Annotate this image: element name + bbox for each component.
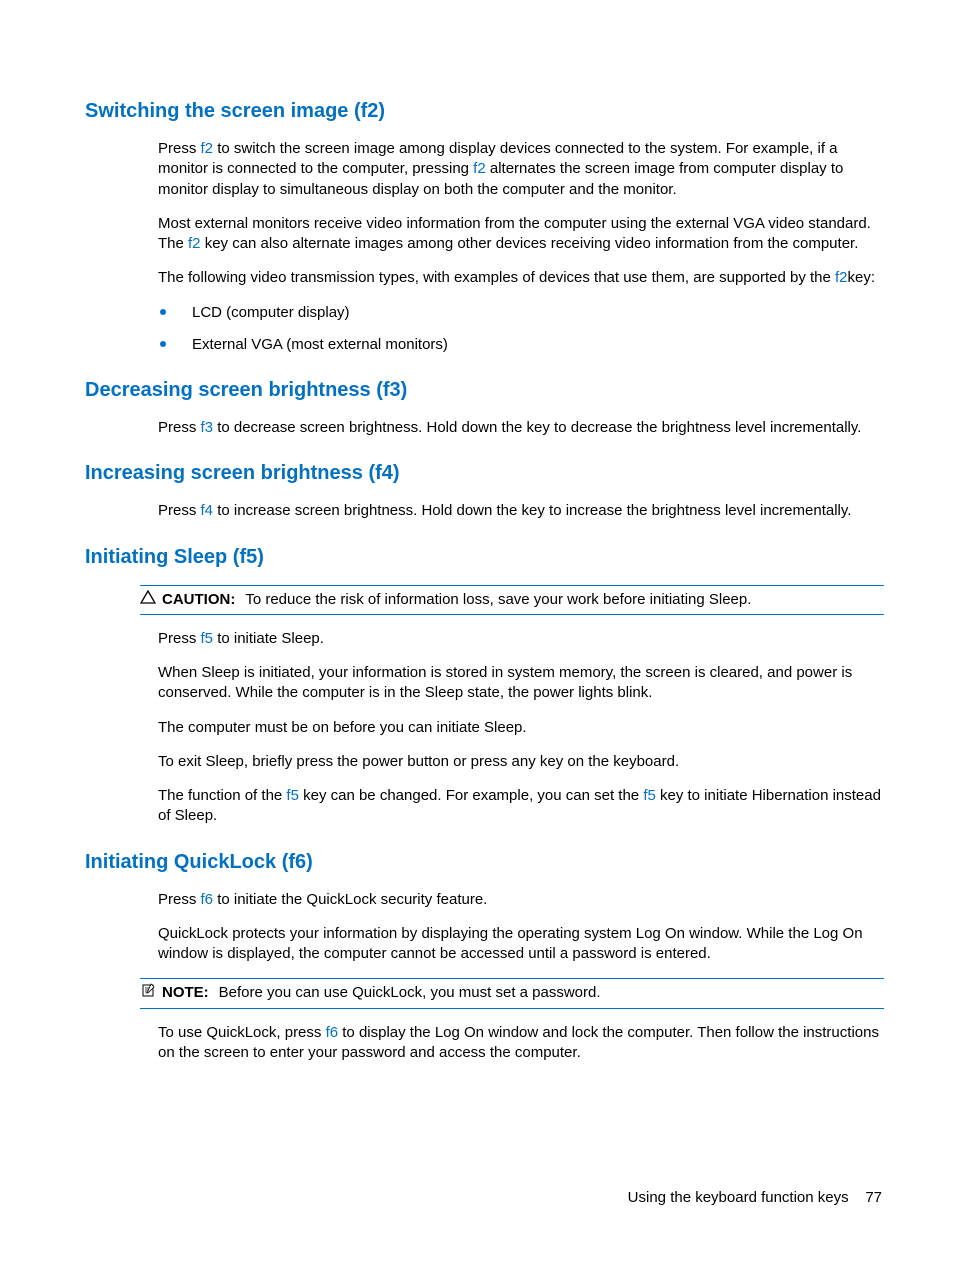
paragraph: To use QuickLock, press f6 to display th…	[158, 1023, 884, 1064]
key-f5: f5	[201, 630, 214, 647]
key-f5: f5	[643, 787, 656, 804]
paragraph: The following video transmission types, …	[158, 268, 884, 288]
document-page: Switching the screen image (f2) Press f2…	[0, 0, 954, 1063]
paragraph: Press f4 to increase screen brightness. …	[158, 501, 884, 521]
paragraph: To exit Sleep, briefly press the power b…	[158, 752, 884, 772]
footer-text: Using the keyboard function keys	[628, 1189, 849, 1206]
paragraph: When Sleep is initiated, your informatio…	[158, 663, 884, 704]
note-label: NOTE:	[162, 984, 209, 1001]
list-item: External VGA (most external monitors)	[158, 335, 884, 355]
key-f4: f4	[201, 502, 214, 519]
caution-text: To reduce the risk of information loss, …	[245, 591, 751, 608]
note-text: Before you can use QuickLock, you must s…	[219, 984, 601, 1001]
section-f3-content: Press f3 to decrease screen brightness. …	[158, 418, 884, 438]
key-f3: f3	[201, 419, 214, 436]
caution-callout: CAUTION: To reduce the risk of informatio…	[140, 585, 884, 615]
caution-label: CAUTION:	[162, 591, 235, 608]
paragraph: Press f5 to initiate Sleep.	[158, 629, 884, 649]
heading-f3: Decreasing screen brightness (f3)	[85, 377, 884, 404]
section-f2-content: Press f2 to switch the screen image amon…	[158, 139, 884, 355]
key-f2: f2	[188, 235, 201, 252]
heading-f4: Increasing screen brightness (f4)	[85, 460, 884, 487]
caution-icon	[140, 590, 162, 604]
section-f6-content: Press f6 to initiate the QuickLock secur…	[158, 890, 884, 1064]
heading-f5: Initiating Sleep (f5)	[85, 544, 884, 571]
key-f2: f2	[835, 269, 848, 286]
note-icon	[140, 983, 162, 997]
paragraph: The computer must be on before you can i…	[158, 718, 884, 738]
section-f4-content: Press f4 to increase screen brightness. …	[158, 501, 884, 521]
paragraph: Press f6 to initiate the QuickLock secur…	[158, 890, 884, 910]
paragraph: Press f3 to decrease screen brightness. …	[158, 418, 884, 438]
heading-f6: Initiating QuickLock (f6)	[85, 849, 884, 876]
note-callout: NOTE: Before you can use QuickLock, you m…	[140, 978, 884, 1008]
page-footer: Using the keyboard function keys 77	[628, 1188, 882, 1208]
heading-f2: Switching the screen image (f2)	[85, 98, 884, 125]
key-f2: f2	[473, 160, 486, 177]
bullet-list: LCD (computer display) External VGA (mos…	[158, 303, 884, 356]
paragraph: QuickLock protects your information by d…	[158, 924, 884, 965]
paragraph: Press f2 to switch the screen image amon…	[158, 139, 884, 200]
paragraph: Most external monitors receive video inf…	[158, 214, 884, 255]
page-number: 77	[865, 1189, 882, 1206]
paragraph: The function of the f5 key can be change…	[158, 786, 884, 827]
key-f6: f6	[326, 1024, 339, 1041]
key-f6: f6	[201, 891, 214, 908]
key-f5: f5	[286, 787, 299, 804]
section-f5-content: CAUTION: To reduce the risk of informatio…	[158, 585, 884, 827]
list-item: LCD (computer display)	[158, 303, 884, 323]
key-f2: f2	[201, 140, 214, 157]
